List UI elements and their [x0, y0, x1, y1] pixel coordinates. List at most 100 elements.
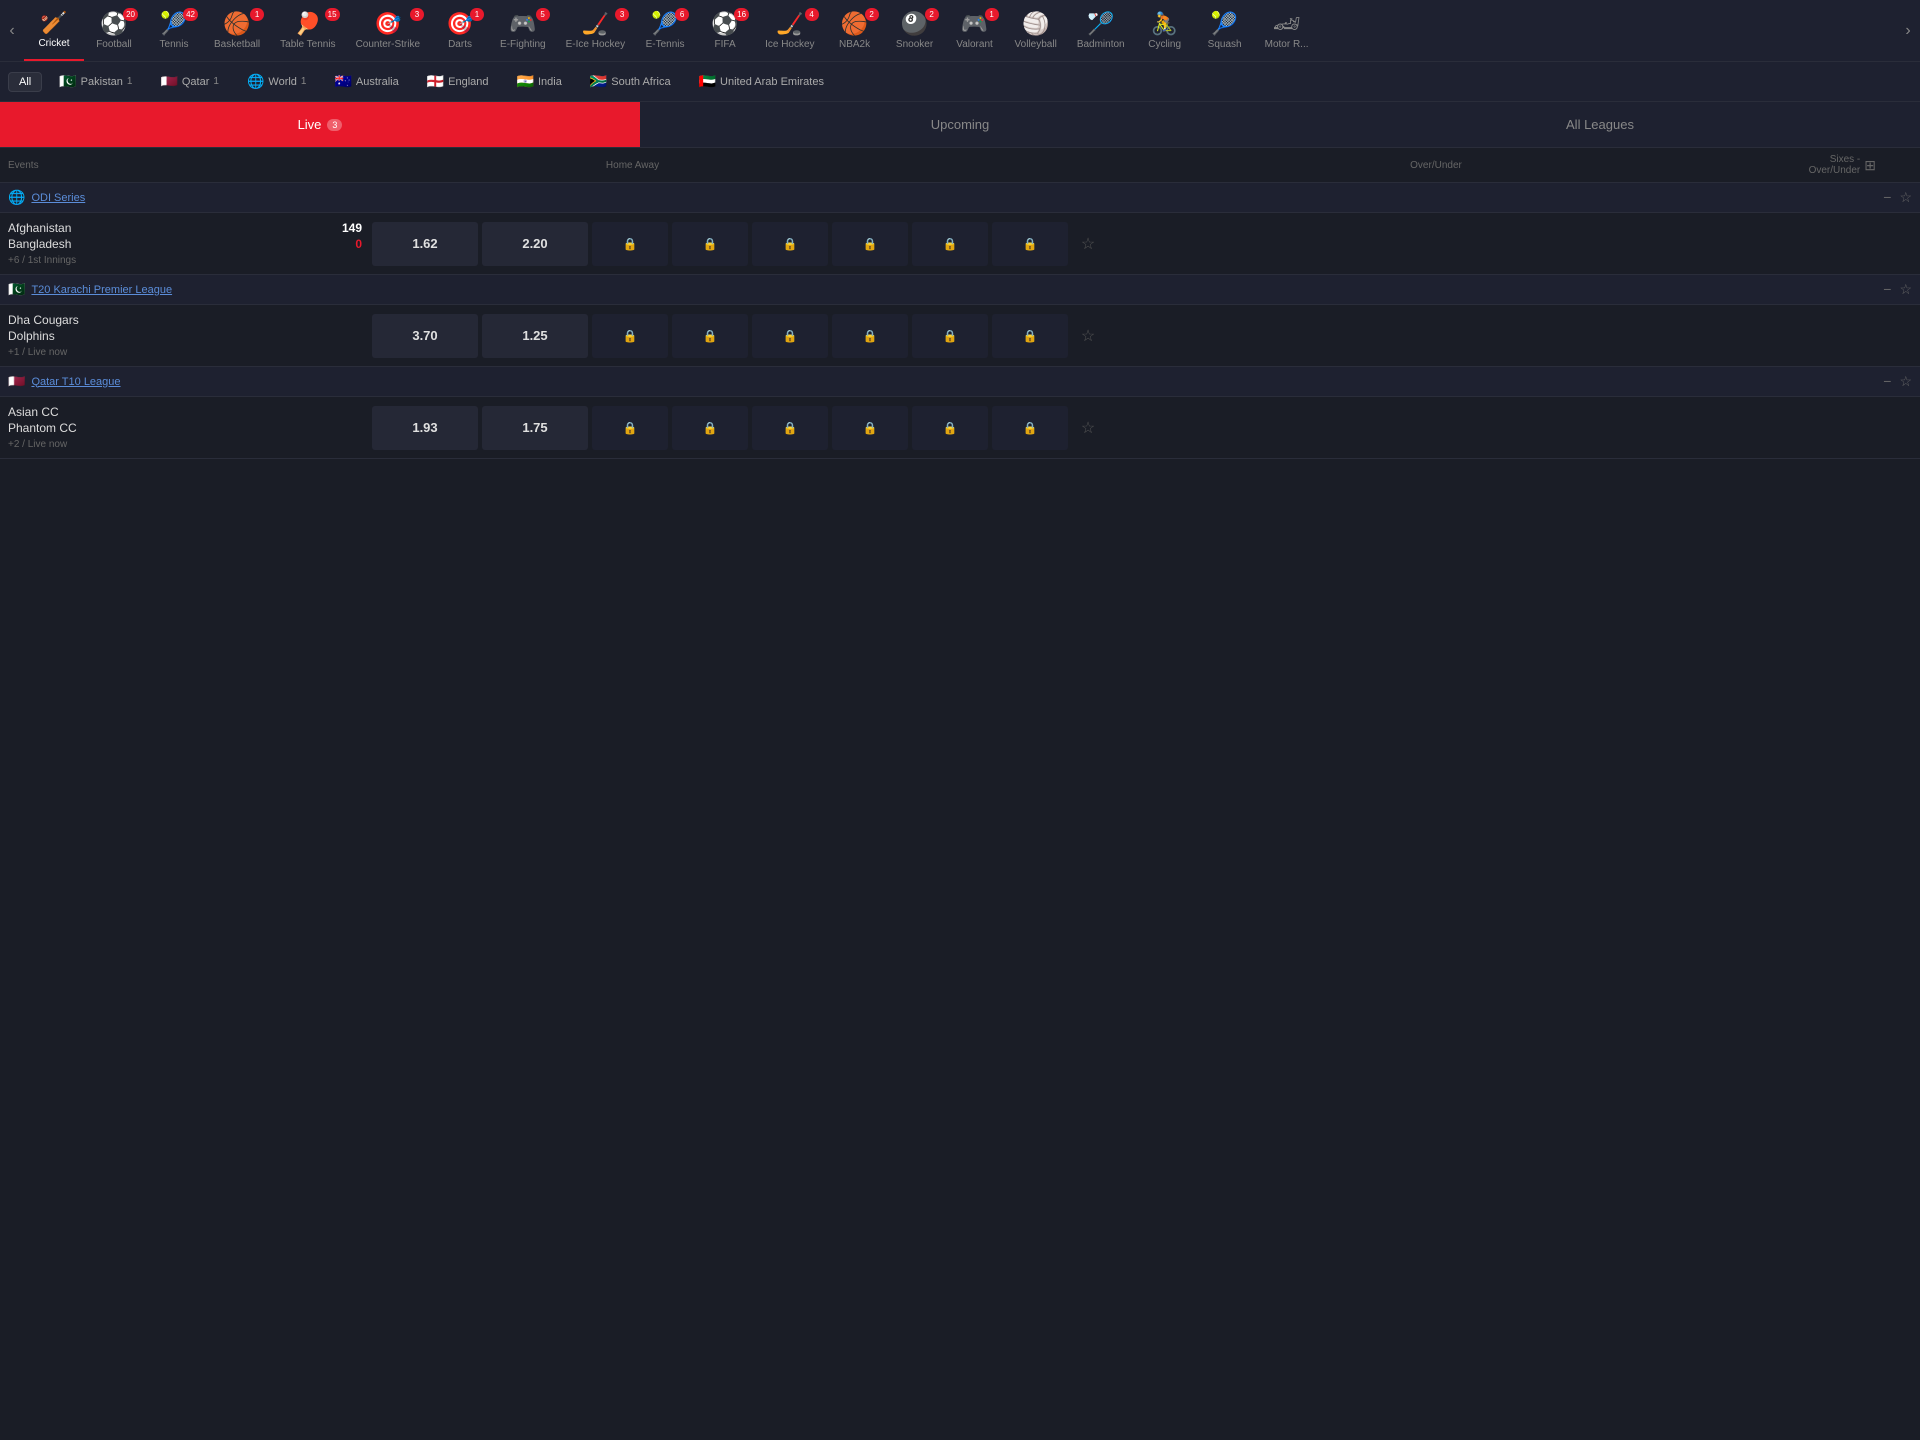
odds-away[interactable]: 1.25: [482, 314, 588, 358]
sport-items-list: 🏏 Cricket ⚽ Football 20 🎾 Tennis 42 🏀 Ba…: [24, 0, 1896, 61]
country-label: United Arab Emirates: [720, 76, 824, 88]
sport-item-table-tennis[interactable]: 🏓 Table Tennis 15: [270, 0, 345, 61]
sport-icon-volleyball: 🏐: [1022, 11, 1049, 37]
team1-score: 149: [342, 221, 362, 235]
team2-name: Bangladesh: [8, 237, 71, 251]
sport-item-counter-strike[interactable]: 🎯 Counter-Strike 3: [346, 0, 430, 61]
match-star-button[interactable]: ☆: [1070, 418, 1106, 438]
country-pill-india[interactable]: 🇮🇳India: [506, 69, 573, 94]
sport-item-cycling[interactable]: 🚴 Cycling: [1135, 0, 1195, 61]
odds-home[interactable]: 3.70: [372, 314, 478, 358]
league-star-icon[interactable]: ☆: [1899, 373, 1912, 390]
match-row: Asian CC Phantom CC +2 / Live now1.931.7…: [0, 397, 1920, 459]
league-flag-icon: 🇵🇰: [8, 281, 25, 298]
sport-count-football: 20: [123, 8, 138, 21]
flag-icon: 🇦🇺: [334, 73, 351, 90]
sport-icon-cycling: 🚴: [1151, 11, 1178, 37]
sport-icon-e-ice-hockey: 🏒: [582, 11, 609, 37]
country-pill-australia[interactable]: 🇦🇺Australia: [323, 69, 409, 94]
odds-locked-4: 🔒: [912, 222, 988, 266]
country-label: Qatar: [182, 76, 210, 88]
country-count: 1: [213, 76, 219, 87]
table-header: Events Home Away Over/Under Sixes - Over…: [0, 148, 1920, 183]
sport-icon-squash: 🎾: [1211, 11, 1238, 37]
sport-item-squash[interactable]: 🎾 Squash: [1195, 0, 1255, 61]
league-collapse-icon[interactable]: −: [1883, 189, 1891, 206]
sport-item-darts[interactable]: 🎯 Darts 1: [430, 0, 490, 61]
league-name: T20 Karachi Premier League: [31, 284, 1877, 296]
odds-locked-5: 🔒: [992, 314, 1068, 358]
sport-label-football: Football: [96, 39, 132, 50]
nav-next-button[interactable]: ›: [1896, 0, 1920, 62]
league-star-icon[interactable]: ☆: [1899, 189, 1912, 206]
tab-all-leagues[interactable]: All Leagues: [1280, 102, 1920, 147]
sport-label-badminton: Badminton: [1077, 39, 1125, 50]
sport-label-squash: Squash: [1208, 39, 1242, 50]
sport-icon-counter-strike: 🎯: [374, 11, 401, 37]
league-collapse-icon[interactable]: −: [1883, 373, 1891, 390]
sport-item-tennis[interactable]: 🎾 Tennis 42: [144, 0, 204, 61]
sport-item-fifa[interactable]: ⚽ FIFA 16: [695, 0, 755, 61]
sport-item-ice-hockey[interactable]: 🏒 Ice Hockey 4: [755, 0, 824, 61]
tab-label: Upcoming: [931, 117, 990, 132]
sport-item-cricket[interactable]: 🏏 Cricket: [24, 0, 84, 61]
country-pill-england[interactable]: 🏴󠁧󠁢󠁥󠁮󠁧󠁿England: [416, 69, 500, 94]
league-row-qatar-t10[interactable]: 🇶🇦 Qatar T10 League − ☆: [0, 367, 1920, 397]
team1-row: Asian CC: [8, 405, 362, 419]
country-pill-south-africa[interactable]: 🇿🇦South Africa: [579, 69, 682, 94]
sport-label-valorant: Valorant: [956, 39, 993, 50]
sport-item-volleyball[interactable]: 🏐 Volleyball: [1005, 0, 1067, 61]
odds-away[interactable]: 1.75: [482, 406, 588, 450]
tab-live[interactable]: Live 3: [0, 102, 640, 147]
sport-item-e-ice-hockey[interactable]: 🏒 E-Ice Hockey 3: [556, 0, 635, 61]
sport-item-e-tennis[interactable]: 🎾 E-Tennis 6: [635, 0, 695, 61]
odds-locked-2: 🔒: [752, 406, 828, 450]
sport-icon-cricket: 🏏: [40, 10, 67, 36]
odds-home[interactable]: 1.62: [372, 222, 478, 266]
sport-item-e-fighting[interactable]: 🎮 E-Fighting 5: [490, 0, 556, 61]
country-pill-all[interactable]: All: [8, 72, 42, 92]
league-star-icon[interactable]: ☆: [1899, 281, 1912, 298]
match-info: Asian CC Phantom CC +2 / Live now: [0, 397, 370, 458]
tab-label: Live: [298, 117, 322, 132]
match-row: Afghanistan 149 Bangladesh 0 +6 / 1st In…: [0, 213, 1920, 275]
grid-icon[interactable]: ⊞: [1864, 157, 1876, 174]
odds-locked-5: 🔒: [992, 406, 1068, 450]
country-pill-united-arab-emirates[interactable]: 🇦🇪United Arab Emirates: [688, 69, 835, 94]
sport-count-valorant: 1: [985, 8, 999, 21]
match-star-button[interactable]: ☆: [1070, 234, 1106, 254]
sport-label-motor: Motor R...: [1265, 39, 1309, 50]
country-pill-world[interactable]: 🌐World1: [236, 69, 318, 94]
sport-item-valorant[interactable]: 🎮 Valorant 1: [945, 0, 1005, 61]
flag-icon: 🇶🇦: [160, 73, 177, 90]
sport-item-football[interactable]: ⚽ Football 20: [84, 0, 144, 61]
odds-locked-3: 🔒: [832, 406, 908, 450]
country-count: 1: [301, 76, 307, 87]
league-row-odi-series[interactable]: 🌐 ODI Series − ☆: [0, 183, 1920, 213]
sport-item-badminton[interactable]: 🏸 Badminton: [1067, 0, 1135, 61]
sport-count-e-tennis: 6: [675, 8, 689, 21]
tab-count: 3: [327, 119, 342, 131]
sport-item-basketball[interactable]: 🏀 Basketball 1: [204, 0, 270, 61]
match-star-button[interactable]: ☆: [1070, 326, 1106, 346]
odds-away[interactable]: 2.20: [482, 222, 588, 266]
tab-label: All Leagues: [1566, 117, 1634, 132]
odds-home[interactable]: 1.93: [372, 406, 478, 450]
league-collapse-icon[interactable]: −: [1883, 281, 1891, 298]
country-pill-pakistan[interactable]: 🇵🇰Pakistan1: [48, 69, 143, 94]
sport-count-darts: 1: [470, 8, 484, 21]
tab-upcoming[interactable]: Upcoming: [640, 102, 1280, 147]
sport-item-nba2k[interactable]: 🏀 NBA2k 2: [825, 0, 885, 61]
sport-icon-motor: 🏎: [1273, 11, 1301, 37]
match-status: +2 / Live now: [8, 439, 362, 450]
country-label: World: [268, 76, 297, 88]
sport-item-motor[interactable]: 🏎 Motor R...: [1255, 0, 1319, 61]
team2-row: Phantom CC: [8, 421, 362, 435]
sport-label-cricket: Cricket: [38, 38, 69, 49]
odds-locked-3: 🔒: [832, 222, 908, 266]
league-row-t20-karachi[interactable]: 🇵🇰 T20 Karachi Premier League − ☆: [0, 275, 1920, 305]
odds-locked-2: 🔒: [752, 314, 828, 358]
country-pill-qatar[interactable]: 🇶🇦 Qatar1: [149, 69, 230, 94]
nav-prev-button[interactable]: ‹: [0, 0, 24, 62]
sport-item-snooker[interactable]: 🎱 Snooker 2: [885, 0, 945, 61]
